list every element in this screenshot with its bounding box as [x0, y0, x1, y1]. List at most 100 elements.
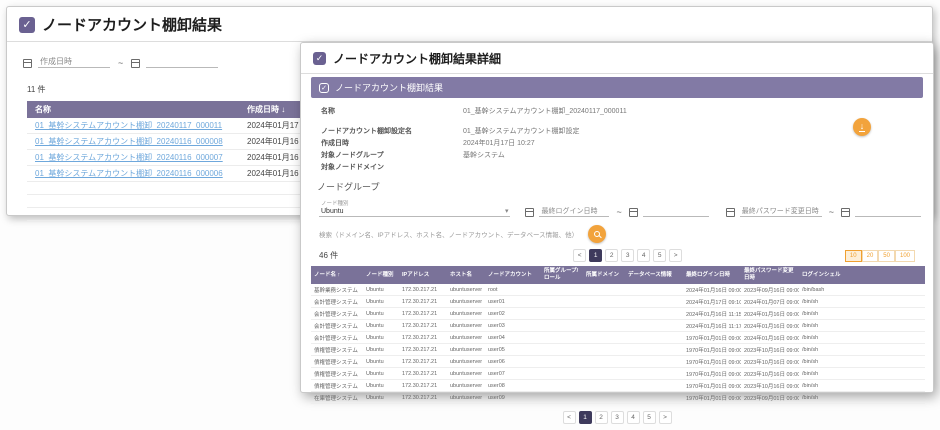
column-header[interactable]: ノード種別 — [363, 266, 399, 284]
table-cell: 1970年01月01日 09:00 — [683, 368, 741, 380]
table-cell: ubuntuserver — [447, 296, 485, 308]
last-password-from-input[interactable] — [740, 207, 822, 217]
result-link[interactable]: 01_基幹システムアカウント棚卸_20240116_000006 — [35, 169, 223, 178]
table-cell: user04 — [485, 332, 541, 344]
table-cell — [583, 332, 625, 344]
table-cell — [541, 392, 583, 404]
created-from-input[interactable] — [38, 56, 110, 68]
page-number-button[interactable]: 2 — [595, 411, 608, 424]
detail-value: 基幹システム — [463, 150, 505, 160]
page-number-button[interactable]: 4 — [637, 249, 650, 262]
table-cell — [541, 308, 583, 320]
last-password-to-input[interactable] — [855, 207, 921, 217]
created-to-input[interactable] — [146, 56, 218, 68]
column-header[interactable]: ノードアカウント — [485, 266, 541, 284]
table-cell — [541, 296, 583, 308]
search-icon — [594, 231, 600, 237]
page-size-button[interactable]: 100 — [895, 250, 915, 262]
page-number-button[interactable]: 5 — [653, 249, 666, 262]
table-cell: /bin/sh — [799, 320, 925, 332]
column-header[interactable]: ホスト名 — [447, 266, 485, 284]
table-cell: 債権管理システム — [311, 368, 363, 380]
table-cell: 在庫管理システム — [311, 392, 363, 404]
column-header[interactable]: 最終ログイン日時 — [683, 266, 741, 284]
banner-title: ノードアカウント棚卸結果 — [335, 81, 443, 94]
column-header[interactable]: IPアドレス — [399, 266, 447, 284]
page-number-button[interactable]: 1 — [579, 411, 592, 424]
table-cell: /bin/bash — [799, 284, 925, 296]
column-header-name[interactable]: 名称 — [27, 101, 239, 118]
detail-row: 対象ノードグループ基幹システム — [321, 150, 913, 160]
last-login-from-input[interactable] — [539, 207, 609, 217]
page-number-button[interactable]: 5 — [643, 411, 656, 424]
page-number-button[interactable]: 1 — [589, 249, 602, 262]
column-header[interactable]: データベース情報 — [625, 266, 683, 284]
page-next-button[interactable]: > — [659, 411, 672, 424]
calendar-icon[interactable] — [131, 59, 140, 68]
page-prev-button[interactable]: < — [563, 411, 576, 424]
table-cell: 1970年01月01日 09:00 — [683, 356, 741, 368]
detail-page-title: ノードアカウント棚卸結果詳細 — [333, 50, 501, 67]
table-cell — [541, 332, 583, 344]
page-size-button[interactable]: 50 — [878, 250, 895, 262]
node-group-section-title: ノードグループ — [301, 178, 933, 197]
calendar-icon[interactable] — [841, 208, 850, 217]
column-header[interactable]: 最終パスワード変更日時 — [741, 266, 799, 284]
table-cell — [625, 296, 683, 308]
calendar-icon[interactable] — [23, 59, 32, 68]
calendar-icon[interactable] — [525, 208, 534, 217]
table-cell: 172.30.217.21 — [399, 344, 447, 356]
calendar-icon[interactable] — [629, 208, 638, 217]
table-cell: 1970年01月01日 09:00 — [683, 392, 741, 404]
result-link[interactable]: 01_基幹システムアカウント棚卸_20240116_000008 — [35, 137, 223, 146]
table-cell: Ubuntu — [363, 320, 399, 332]
node-table-header-row: ノード名 ↑ノード種別IPアドレスホスト名ノードアカウント所属グループ/ロール所… — [311, 266, 925, 284]
column-header[interactable]: ノード名 ↑ — [311, 266, 363, 284]
page-next-button[interactable]: > — [669, 249, 682, 262]
table-cell — [541, 344, 583, 356]
checkbox-icon: ✓ — [19, 17, 35, 33]
column-header[interactable]: ログインシェル — [799, 266, 925, 284]
table-cell: Ubuntu — [363, 296, 399, 308]
pagination-top: <12345> — [573, 249, 682, 262]
table-cell: /bin/sh — [799, 368, 925, 380]
search-button[interactable] — [588, 225, 606, 243]
page-size-button[interactable]: 10 — [845, 250, 862, 262]
table-row: 債権管理システムUbuntu172.30.217.21ubuntuserveru… — [311, 380, 925, 392]
page-number-button[interactable]: 3 — [621, 249, 634, 262]
table-cell: 172.30.217.21 — [399, 332, 447, 344]
table-cell: 債権管理システム — [311, 380, 363, 392]
table-cell: user01 — [485, 296, 541, 308]
back-window-titlebar: ✓ ノードアカウント棚卸結果 — [7, 7, 932, 42]
page-number-button[interactable]: 2 — [605, 249, 618, 262]
node-type-label: ノード種別 — [321, 199, 508, 207]
result-link[interactable]: 01_基幹システムアカウント棚卸_20240117_000011 — [35, 121, 222, 130]
download-button[interactable]: ↓ — [853, 118, 871, 136]
table-cell: 2024年01月17日 09:10 — [683, 296, 741, 308]
table-cell: Ubuntu — [363, 356, 399, 368]
page-number-button[interactable]: 3 — [611, 411, 624, 424]
column-header[interactable]: 所属グループ/ロール — [541, 266, 583, 284]
node-type-select[interactable]: ノード種別 Ubuntu ▾ — [319, 199, 510, 217]
table-cell: /bin/sh — [799, 392, 925, 404]
table-cell: 会計管理システム — [311, 320, 363, 332]
download-icon: ↓ — [859, 122, 866, 132]
last-login-to-input[interactable] — [643, 207, 709, 217]
detail-label: 名称 — [321, 106, 463, 116]
page-number-button[interactable]: 4 — [627, 411, 640, 424]
detail-value: 2024年01月17日 10:27 — [463, 138, 535, 148]
column-header[interactable]: 所属ドメイン — [583, 266, 625, 284]
table-row: 債権管理システムUbuntu172.30.217.21ubuntuserveru… — [311, 368, 925, 380]
table-cell — [541, 380, 583, 392]
table-cell: 会計管理システム — [311, 332, 363, 344]
result-link[interactable]: 01_基幹システムアカウント棚卸_20240116_000007 — [35, 153, 223, 162]
search-hint: 検索（ドメイン名、IPアドレス、ホスト名、ノードアカウント、データベース情報、他… — [319, 229, 578, 239]
table-cell: 1970年01月01日 09:00 — [683, 332, 741, 344]
page-size-button[interactable]: 20 — [862, 250, 879, 262]
table-cell: user02 — [485, 308, 541, 320]
calendar-icon[interactable] — [726, 208, 735, 217]
table-cell: 172.30.217.21 — [399, 368, 447, 380]
table-cell: 2024年01月16日 09:00 — [741, 308, 799, 320]
table-cell: /bin/sh — [799, 308, 925, 320]
page-prev-button[interactable]: < — [573, 249, 586, 262]
